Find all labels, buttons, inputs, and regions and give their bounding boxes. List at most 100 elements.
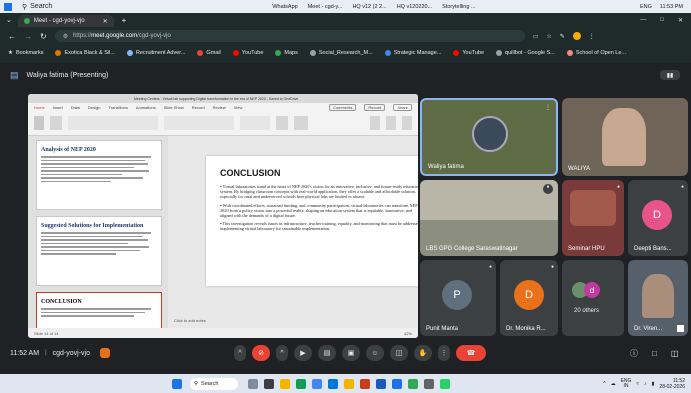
more-options-button[interactable]: ⋮: [438, 345, 450, 361]
participant-tile-monika[interactable]: D Dr. Monika R... ●: [500, 260, 558, 336]
onedrive-icon[interactable]: ☁: [611, 381, 616, 387]
file-explorer-icon[interactable]: [280, 378, 290, 389]
ppt-tab-slideshow[interactable]: Slide Show: [164, 105, 184, 110]
chrome-icon[interactable]: [312, 378, 322, 389]
ppt-comments-button[interactable]: Comments: [329, 104, 357, 111]
present-button[interactable]: ▣: [342, 345, 360, 361]
tab-search-icon[interactable]: ⌄: [6, 16, 12, 24]
close-window-icon[interactable]: ✕: [678, 17, 683, 24]
ppt-tab-review[interactable]: Review: [213, 105, 226, 110]
edge-icon[interactable]: [296, 378, 306, 389]
ppt-notes[interactable]: Click to add notes: [174, 318, 206, 323]
bookmark-strategic[interactable]: Strategic Manage...: [384, 50, 441, 56]
ppt-tab-view[interactable]: View: [234, 105, 243, 110]
ppt-new-slide-icon[interactable]: [50, 116, 62, 130]
browser-tab-meet[interactable]: Meet - cgd-yovj-vjo ✕: [17, 15, 114, 27]
new-tab-icon[interactable]: +: [122, 16, 127, 25]
participant-tile-waliya[interactable]: WALIYA: [562, 98, 688, 176]
volume-icon[interactable]: ♪: [644, 381, 647, 387]
ppt-paste-icon[interactable]: [34, 116, 44, 130]
ppt-arrange-icon[interactable]: [276, 116, 288, 130]
layout-button[interactable]: ◫: [390, 345, 408, 361]
info-icon[interactable]: ⓘ: [630, 348, 638, 359]
ppt-font-controls[interactable]: [68, 116, 158, 130]
minimize-icon[interactable]: —: [640, 17, 646, 23]
ppt-record-button[interactable]: Record: [364, 104, 386, 111]
taskbar-clock[interactable]: 11:52 28-02-2026: [659, 378, 685, 390]
participant-tile-lbs-gpg[interactable]: ● LBS GPG College Saraswatinagar: [420, 180, 558, 256]
forward-icon[interactable]: →: [24, 32, 32, 41]
address-bar[interactable]: ⚙ https://meet.google.com/cgd-yovj-vjo: [54, 30, 525, 42]
language-indicator[interactable]: ENG IN: [621, 378, 632, 389]
bookmark-star-icon[interactable]: ☆: [546, 33, 551, 40]
ppt-tab-draw[interactable]: Draw: [71, 105, 80, 110]
maximize-icon[interactable]: □: [660, 17, 664, 23]
mic-options-button[interactable]: ^: [234, 345, 246, 361]
os-task-storytelling[interactable]: Storytelling ...: [442, 4, 475, 10]
os-lang[interactable]: ENG: [640, 4, 652, 10]
reload-icon[interactable]: ↻: [40, 32, 47, 41]
ppt-designer-icon[interactable]: [386, 116, 396, 130]
ppt-tab-insert[interactable]: Insert: [53, 105, 63, 110]
participant-tile-others[interactable]: d 20 others: [562, 260, 624, 336]
ppt-current-slide[interactable]: CONCLUSION ▪ Virtual laboratories stand …: [206, 156, 418, 286]
taskbar-search[interactable]: ⚲ Search: [190, 377, 238, 390]
bookmark-gmail[interactable]: Gmail: [197, 50, 221, 56]
pin-icon[interactable]: [677, 325, 684, 332]
bookmark-social-research[interactable]: Social_Research_M...: [309, 50, 373, 56]
ppt-styles-icon[interactable]: [294, 116, 308, 130]
leave-call-button[interactable]: ☎: [456, 345, 486, 361]
participant-tile-deepti[interactable]: D Deepti Bans... ●: [628, 180, 688, 256]
os-search-label[interactable]: Search: [30, 3, 52, 10]
thumbnail-slide-13[interactable]: Suggested Solutions for Implementation: [36, 216, 162, 286]
meet-app-icon[interactable]: [408, 378, 418, 389]
os-clock[interactable]: 11:53 PM: [660, 4, 683, 10]
os-task-hq2[interactable]: HQ v120220...: [397, 4, 432, 10]
more-options-icon[interactable]: ⋮: [545, 104, 551, 111]
ppt-tab-record[interactable]: Record: [192, 105, 205, 110]
participant-tile-seminar-hpu[interactable]: Seminar HPU ●: [562, 180, 624, 256]
settings-icon[interactable]: [424, 378, 434, 389]
bookmark-youtube[interactable]: YouTube: [232, 50, 263, 56]
bookmark-recruitment[interactable]: Recruitment Adver...: [126, 50, 185, 56]
os-task-hq1[interactable]: HQ v12 (2 2...: [352, 4, 386, 10]
bookmark-youtube-2[interactable]: YouTube: [453, 50, 484, 56]
ppt-copilot-icon[interactable]: [402, 116, 412, 130]
ppt-tab-animations[interactable]: Animations: [136, 105, 156, 110]
start-icon[interactable]: [172, 378, 182, 389]
bookmark-folder[interactable]: ★ Bookmarks: [8, 50, 43, 56]
ppt-paragraph-controls[interactable]: [164, 116, 234, 130]
participant-tile-viren[interactable]: Dr. Viren...: [628, 260, 688, 336]
wifi-icon[interactable]: ≈: [636, 381, 639, 387]
chat-icon[interactable]: □: [652, 349, 657, 358]
bookmark-quillbot[interactable]: quillbot - Google S...: [496, 50, 555, 56]
camera-options-button[interactable]: ^: [276, 345, 288, 361]
battery-icon[interactable]: ▮: [652, 381, 655, 387]
chrome-menu-icon[interactable]: ⋮: [589, 33, 595, 40]
presented-screen[interactable]: Meeting Centers : Virtual lab supporting…: [28, 94, 418, 338]
tray-chevron-icon[interactable]: ^: [603, 381, 605, 387]
powerpoint-icon[interactable]: [360, 378, 370, 389]
bookmark-maps[interactable]: Maps: [275, 50, 298, 56]
reactions-button[interactable]: ☺: [366, 345, 384, 361]
speaker-indicator[interactable]: ▮▮: [660, 70, 680, 80]
bookmark-school[interactable]: School of Open Le...: [566, 50, 626, 56]
bookmark-exotica[interactable]: Exotica Black & Sil...: [55, 50, 115, 56]
tab-close-icon[interactable]: ✕: [103, 18, 108, 25]
task-view-icon[interactable]: [264, 378, 274, 389]
ppt-shapes-icon[interactable]: [240, 116, 270, 130]
participant-tile-waliya-fatima[interactable]: Waliya fatima ⋮: [420, 98, 558, 176]
ppt-share-button[interactable]: Share: [393, 104, 412, 111]
widgets-icon[interactable]: [248, 378, 258, 389]
activities-icon[interactable]: ◫: [671, 349, 679, 358]
store-icon[interactable]: [328, 378, 338, 389]
mic-toggle-button[interactable]: ⊘: [252, 345, 270, 361]
ppt-tab-transitions[interactable]: Transitions: [108, 105, 127, 110]
back-icon[interactable]: ←: [8, 32, 16, 41]
camera-toggle-button[interactable]: ▶: [294, 345, 312, 361]
os-task-meet[interactable]: Meet - cgd-y...: [308, 4, 343, 10]
extensions-icon[interactable]: ✎: [560, 33, 565, 40]
site-info-icon[interactable]: ⚙: [63, 33, 68, 40]
profile-avatar[interactable]: [572, 32, 581, 40]
ppt-tab-design[interactable]: Design: [88, 105, 100, 110]
